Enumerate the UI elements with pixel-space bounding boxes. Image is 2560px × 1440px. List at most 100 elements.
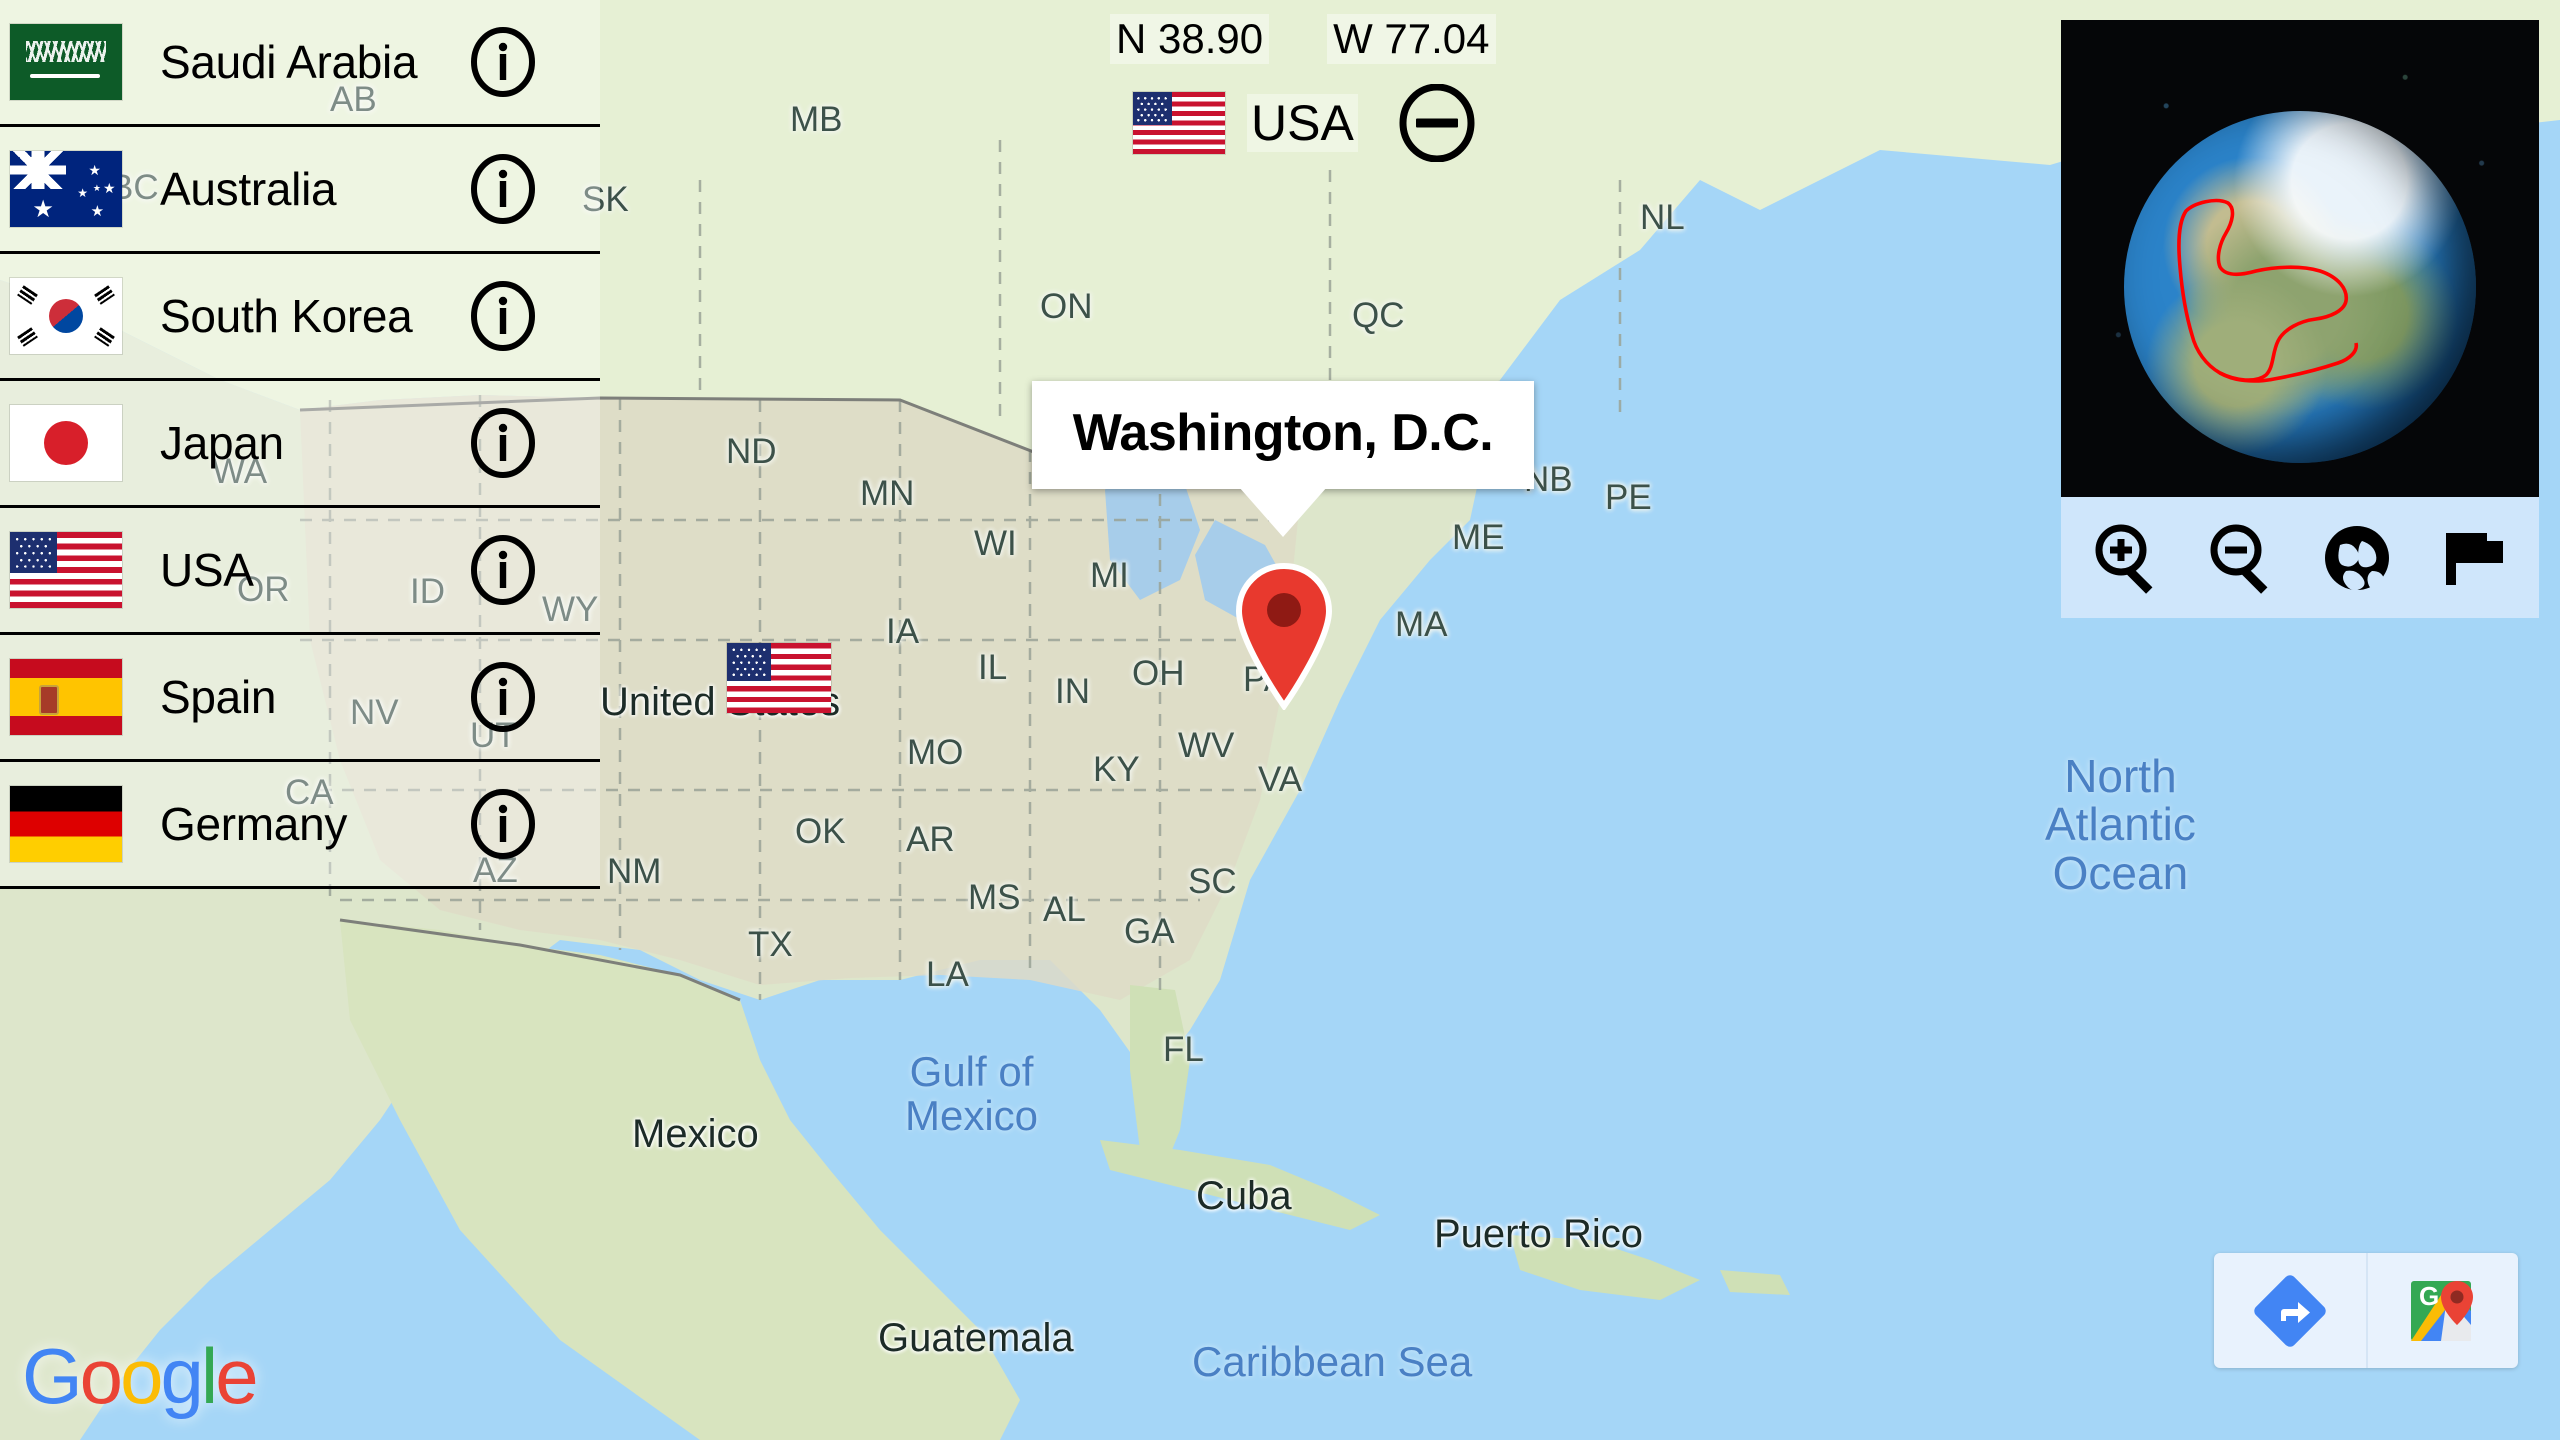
google-logo-letter: o (120, 1332, 163, 1420)
country-list-item[interactable]: Spain (0, 635, 600, 762)
directions-button[interactable] (2214, 1253, 2366, 1368)
country-name: South Korea (160, 290, 413, 342)
country-name: Japan (160, 417, 284, 469)
info-icon[interactable] (469, 787, 537, 861)
usa-flag (1133, 92, 1225, 154)
country-list[interactable]: Saudi Arabia ★ ★ ★ ★ ★ ★ Australia South… (0, 0, 600, 889)
south-korea-flag (10, 278, 122, 354)
google-maps-pin-icon: G (2411, 1280, 2473, 1341)
place-label: Guatemala (878, 1316, 1074, 1360)
state-label: AL (1043, 890, 1086, 929)
google-logo-letter: o (79, 1332, 123, 1420)
state-label: WV (1178, 726, 1235, 765)
state-label: NL (1640, 198, 1685, 237)
globe-panel[interactable] (2061, 20, 2539, 618)
google-logo-letter: G (22, 1332, 83, 1420)
crux-star: ★ (88, 162, 101, 179)
info-window-tail (1239, 487, 1327, 537)
trigram-glyph (94, 284, 115, 305)
country-name: Germany (160, 798, 348, 850)
state-label: GA (1124, 912, 1175, 951)
usa-highlight-outline (2177, 198, 2359, 383)
state-label: MB (790, 100, 843, 139)
country-name: Saudi Arabia (160, 36, 418, 88)
country-list-item[interactable]: Saudi Arabia (0, 0, 600, 127)
country-name: Spain (160, 671, 277, 723)
state-label: IA (886, 612, 920, 651)
info-icon[interactable] (469, 152, 537, 226)
google-logo-letter: g (160, 1332, 203, 1420)
state-label: NM (607, 852, 662, 891)
globe-thumbnail[interactable] (2061, 20, 2539, 497)
crux-star: ★ (77, 186, 88, 201)
state-label: QC (1352, 296, 1405, 335)
svg-text:G: G (2419, 1281, 2439, 1311)
google-logo-letter: e (215, 1332, 258, 1420)
state-label: IL (978, 648, 1008, 687)
state-label: MN (860, 474, 915, 513)
place-label: Cuba (1196, 1174, 1292, 1218)
country-list-item[interactable]: Japan (0, 381, 600, 508)
place-label: Puerto Rico (1434, 1212, 1643, 1256)
state-label: VA (1258, 760, 1303, 799)
arabic-script-glyph (25, 40, 107, 62)
map-pin-marker[interactable] (1233, 562, 1335, 710)
country-list-item[interactable]: ★ ★ ★ ★ ★ ★ Australia (0, 127, 600, 254)
state-label: MA (1395, 605, 1448, 644)
country-name: USA (160, 544, 254, 596)
state-label: ON (1040, 287, 1093, 326)
usa-country-flag-on-map (727, 643, 831, 713)
state-label: TX (748, 925, 793, 964)
info-icon[interactable] (469, 406, 537, 480)
trigram-glyph (17, 284, 38, 305)
flag-canton (1133, 92, 1172, 126)
spain-flag (10, 659, 122, 735)
open-google-maps-button[interactable]: G (2366, 1253, 2518, 1368)
crux-star: ★ (92, 183, 101, 194)
ocean-label: Caribbean Sea (1192, 1338, 1473, 1385)
sword-glyph (30, 74, 100, 78)
info-icon[interactable] (469, 25, 537, 99)
minus-circle-icon[interactable] (1398, 84, 1476, 162)
coordinate-readout: N 38.90 W 77.04 (1110, 14, 1496, 64)
sun-disc-glyph (44, 421, 88, 465)
country-list-item[interactable]: Germany (0, 762, 600, 889)
state-label: PE (1605, 478, 1652, 517)
zoom-out-icon[interactable] (2204, 519, 2282, 597)
state-label: IN (1055, 672, 1090, 711)
country-list-item[interactable]: South Korea (0, 254, 600, 381)
state-label: OK (795, 812, 846, 851)
crux-star: ★ (102, 180, 116, 197)
taeguk-glyph (49, 299, 83, 333)
info-window[interactable]: Washington, D.C. (1032, 381, 1534, 537)
country-list-item[interactable]: USA (0, 508, 600, 635)
ocean-label: Gulf of Mexico (905, 1048, 1039, 1140)
commonwealth-star: ★ (32, 196, 54, 224)
state-label: WI (974, 524, 1017, 563)
flag-canton (727, 643, 771, 681)
info-icon[interactable] (469, 279, 537, 353)
trigram-glyph (17, 327, 38, 348)
info-window-title: Washington, D.C. (1072, 404, 1494, 462)
longitude-value: W 77.04 (1327, 14, 1496, 64)
info-icon[interactable] (469, 660, 537, 734)
maps-action-buttons[interactable]: G (2214, 1253, 2518, 1368)
usa-flag (10, 532, 122, 608)
zoom-in-icon[interactable] (2089, 519, 2167, 597)
state-label: SC (1188, 862, 1237, 901)
selected-country-name: USA (1247, 94, 1358, 152)
union-jack-glyph (10, 151, 66, 189)
state-label: MO (907, 733, 964, 772)
country-name: Australia (160, 163, 337, 215)
globe-icon[interactable] (2318, 519, 2396, 597)
australia-flag: ★ ★ ★ ★ ★ ★ (10, 151, 122, 227)
state-label: LA (926, 955, 969, 994)
globe-toolbar[interactable] (2061, 497, 2539, 618)
state-label: FL (1163, 1030, 1204, 1069)
info-icon[interactable] (469, 533, 537, 607)
state-label: ME (1452, 518, 1505, 557)
selected-country-chip[interactable]: USA (1133, 84, 1476, 162)
state-label: KY (1093, 750, 1140, 789)
google-logo: Google (22, 1331, 259, 1422)
flag-icon[interactable] (2433, 519, 2511, 597)
